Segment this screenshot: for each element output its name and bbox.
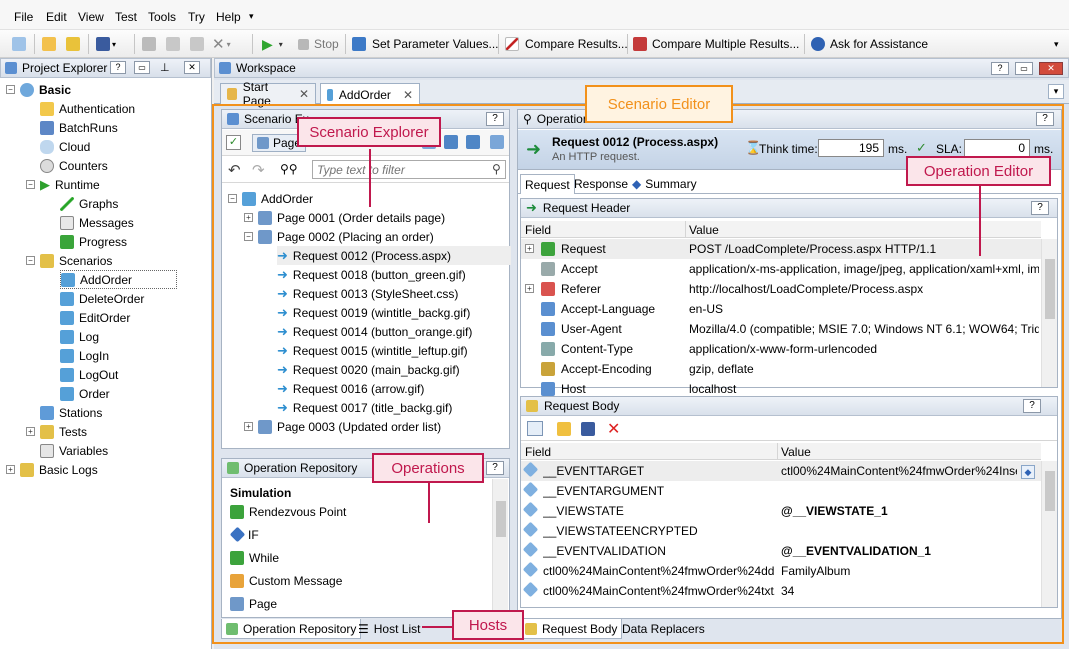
- operations-callout-line: [428, 483, 430, 523]
- operation-editor-callout-line: [979, 186, 981, 256]
- project-icon: [20, 82, 34, 97]
- open-icon[interactable]: [42, 35, 56, 53]
- tab-list-dropdown-icon[interactable]: ▾: [1048, 84, 1064, 99]
- save-icon[interactable]: ▾: [96, 35, 116, 53]
- tab-start-page[interactable]: Start Page ✕: [220, 80, 316, 108]
- workspace-help-icon[interactable]: ?: [991, 62, 1009, 75]
- key-icon: [40, 101, 54, 116]
- tree-item-graphs[interactable]: Graphs: [60, 194, 118, 213]
- tree-item-messages[interactable]: Messages: [60, 213, 134, 232]
- progress-icon: [60, 234, 74, 249]
- tree-item-logout[interactable]: LogOut: [60, 365, 118, 384]
- scenario-explorer-callout: Scenario Explorer: [297, 117, 441, 147]
- operation-editor-callout: Operation Editor: [906, 156, 1051, 186]
- tree-item-basic-logs[interactable]: + Basic Logs: [6, 460, 98, 479]
- menu-view[interactable]: View: [78, 10, 104, 24]
- variables-icon: [40, 443, 54, 458]
- scenario-icon: [327, 88, 333, 101]
- workspace-restore-icon[interactable]: ▭: [1015, 62, 1033, 75]
- chart-line-icon: [505, 37, 519, 51]
- gauge-icon: [40, 158, 54, 173]
- logs-folder-icon: [20, 462, 34, 477]
- tree-item-deleteorder[interactable]: DeleteOrder: [60, 289, 144, 308]
- tab-addorder[interactable]: AddOrder ✕: [320, 83, 420, 105]
- scenario-icon: [60, 348, 74, 363]
- workspace-header: Workspace ? ▭ ✕: [214, 58, 1069, 78]
- hosts-callout-line: [422, 626, 452, 628]
- tree-item-runtime[interactable]: − ▶ Runtime: [26, 175, 100, 194]
- tree-item-authentication[interactable]: Authentication: [40, 99, 135, 118]
- menu-try[interactable]: Try: [188, 10, 205, 24]
- tree-item-batchruns[interactable]: BatchRuns: [40, 118, 118, 137]
- hosts-callout: Hosts: [452, 610, 524, 640]
- ask-for-assistance-button[interactable]: Ask for Assistance: [811, 35, 928, 53]
- main-toolbar: ▾ ✕ ▾ ▶ ▾ Stop Set Parameter Values... Com…: [0, 30, 1069, 58]
- tab-close-icon[interactable]: ✕: [403, 88, 413, 102]
- tab-close-icon[interactable]: ✕: [299, 87, 309, 101]
- scenario-icon: [61, 272, 75, 287]
- tree-item-tests[interactable]: + Tests: [26, 422, 87, 441]
- tree-item-variables[interactable]: Variables: [40, 441, 108, 460]
- menu-bar: File Edit View Test Tools Try Help ▾: [0, 0, 1069, 30]
- menu-test[interactable]: Test: [115, 10, 137, 24]
- new-project-icon[interactable]: [12, 35, 26, 53]
- compare-results-button[interactable]: Compare Results...: [505, 35, 628, 53]
- play-icon: ▶: [40, 176, 50, 192]
- menu-file[interactable]: File: [14, 10, 33, 24]
- delete-icon[interactable]: ✕ ▾: [212, 35, 231, 53]
- copy-icon[interactable]: [166, 35, 180, 53]
- tree-item-scenarios[interactable]: − Scenarios: [26, 251, 112, 270]
- menu-overflow-icon[interactable]: ▾: [249, 11, 254, 22]
- workspace-icon: [219, 62, 231, 74]
- start-page-icon: [227, 88, 237, 100]
- scenario-editor-label: Scenario Editor: [585, 85, 733, 123]
- cut-icon[interactable]: [142, 35, 156, 53]
- help-icon[interactable]: ?: [110, 61, 126, 74]
- set-parameter-values-button[interactable]: Set Parameter Values...: [352, 35, 499, 53]
- tree-item-editorder[interactable]: EditOrder: [60, 308, 130, 327]
- cloud-icon: [40, 139, 54, 154]
- stop-button[interactable]: Stop: [298, 35, 339, 53]
- tree-item-login[interactable]: LogIn: [60, 346, 109, 365]
- scenario-icon: [60, 329, 74, 344]
- tree-item-basic[interactable]: − Basic: [6, 80, 71, 99]
- tree-item-progress[interactable]: Progress: [60, 232, 127, 251]
- tree-item-cloud[interactable]: Cloud: [40, 137, 90, 156]
- project-explorer-header: Project Explorer ? ▭ ⊥ ✕: [0, 58, 211, 78]
- workspace-close-icon[interactable]: ✕: [1039, 62, 1063, 75]
- restore-icon[interactable]: ▭: [134, 61, 150, 74]
- tree-item-addorder[interactable]: AddOrder: [60, 270, 178, 289]
- pin-icon[interactable]: ⊥: [160, 61, 170, 74]
- tree-item-order[interactable]: Order: [60, 384, 110, 403]
- scenario-icon: [60, 386, 74, 401]
- messages-icon: [60, 215, 74, 230]
- operations-callout: Operations: [372, 453, 484, 483]
- scenario-icon: [60, 367, 74, 382]
- scenario-icon: [60, 291, 74, 306]
- project-explorer-panel: Project Explorer ? ▭ ⊥ ✕ − Basic Authenti…: [0, 58, 212, 649]
- batch-icon: [40, 120, 54, 135]
- menu-tools[interactable]: Tools: [148, 10, 176, 24]
- project-explorer-icon: [5, 62, 17, 74]
- scenarios-folder-icon: [40, 253, 54, 268]
- scenario-icon: [60, 310, 74, 325]
- refresh-icon[interactable]: [66, 35, 80, 53]
- tests-folder-icon: [40, 424, 54, 439]
- stations-icon: [40, 405, 54, 420]
- tree-item-stations[interactable]: Stations: [40, 403, 102, 422]
- graph-icon: [60, 196, 74, 211]
- menu-edit[interactable]: Edit: [46, 10, 67, 24]
- tree-item-log[interactable]: Log: [60, 327, 99, 346]
- tree-item-counters[interactable]: Counters: [40, 156, 108, 175]
- toolbar-overflow-icon[interactable]: ▾: [1054, 35, 1059, 53]
- close-icon[interactable]: ✕: [184, 61, 200, 74]
- scenario-explorer-callout-line: [369, 149, 371, 207]
- compare-multiple-results-button[interactable]: Compare Multiple Results...: [633, 35, 799, 53]
- menu-help[interactable]: Help: [216, 10, 241, 24]
- run-icon[interactable]: ▶ ▾: [262, 35, 283, 53]
- paste-icon[interactable]: [190, 35, 204, 53]
